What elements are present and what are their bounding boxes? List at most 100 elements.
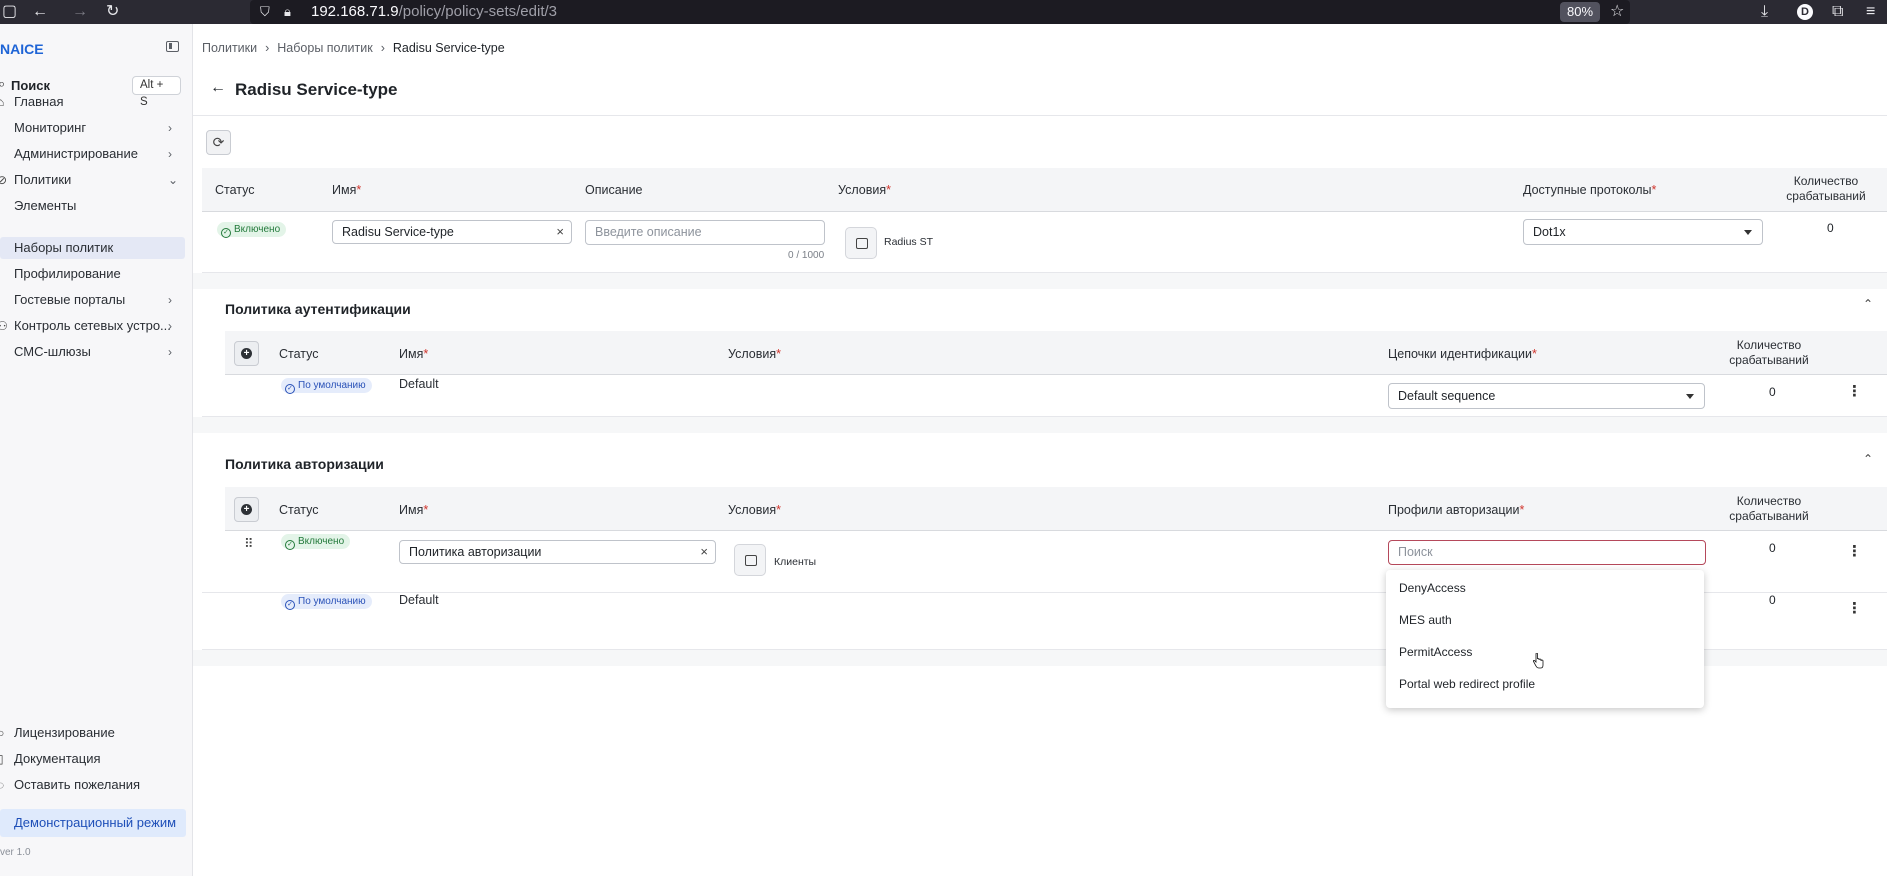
chevron-up-icon[interactable]: ⌃: [1863, 452, 1873, 466]
auth-header-chains: Цепочки идентификации*: [1388, 347, 1537, 361]
condition-icon-button[interactable]: [845, 227, 877, 259]
authz-header-name: Имя*: [399, 503, 428, 517]
version-label: ver 1.0: [0, 847, 31, 858]
auth-header-count-line1: Количество: [1736, 338, 1802, 352]
identity-chain-select[interactable]: Default sequence: [1388, 383, 1705, 409]
header-name: Имя*: [332, 183, 361, 197]
profile-search-input[interactable]: Поиск: [1388, 540, 1706, 565]
refresh-button[interactable]: ⟳: [206, 130, 231, 155]
sidebar-item-elements[interactable]: Элементы: [0, 195, 185, 217]
auth-policy-title: Политика аутентификации: [225, 301, 411, 317]
breadcrumb-current: Radisu Service-type: [392, 41, 505, 55]
authz-policy-table-header: [225, 487, 1887, 531]
back-arrow-icon[interactable]: ←: [210, 79, 226, 97]
sidebar-item-label: Гостевые порталы: [14, 292, 126, 307]
option-mes-auth[interactable]: MES auth: [1399, 613, 1452, 627]
status-badge: ✓ Включено: [217, 222, 287, 238]
collapse-sidebar-icon[interactable]: [166, 41, 179, 52]
protocol-select[interactable]: Dot1x: [1523, 219, 1763, 245]
sidebar-item-sms-gateways[interactable]: СМС-шлюзы ›: [0, 341, 185, 363]
feedback-icon: ◌: [0, 778, 5, 792]
hit-count: 0: [1827, 221, 1834, 235]
header-status: Статус: [215, 183, 255, 197]
zoom-badge[interactable]: 80%: [1560, 2, 1601, 22]
authz-header-count-line2: срабатываний: [1729, 509, 1809, 523]
section-gap: [193, 417, 1887, 433]
sidebar-item-licensing[interactable]: ○ Лицензирование: [0, 722, 185, 744]
list-icon: [856, 238, 868, 249]
required-mark: *: [776, 503, 782, 517]
drag-handle-icon[interactable]: ⠿: [244, 537, 253, 550]
clear-icon[interactable]: ×: [700, 541, 708, 563]
sidebar-item-home[interactable]: ⌂ Главная: [0, 91, 185, 113]
status-badge-text: По умолчанию: [298, 596, 366, 607]
authz-header-profiles: Профили авторизации*: [1388, 503, 1524, 517]
auth-header-count: Количество срабатываний: [1719, 338, 1819, 368]
back-icon[interactable]: ←: [32, 2, 48, 22]
option-deny-access[interactable]: DenyAccess: [1399, 581, 1466, 595]
page-title: Radisu Service-type: [235, 80, 398, 99]
more-vertical-icon[interactable]: ⋮: [1847, 601, 1862, 616]
clear-icon[interactable]: ×: [556, 221, 564, 243]
description-field[interactable]: Введите описание: [585, 220, 825, 245]
check-circle-icon: ✓: [221, 228, 231, 238]
sidebar-item-administration[interactable]: Администрирование ›: [0, 143, 185, 165]
sidebar-item-documentation[interactable]: ▯ Документация: [0, 748, 185, 770]
sidebar-item-policies[interactable]: ⊘ Политики ⌄: [0, 169, 185, 191]
add-authz-rule-button[interactable]: +: [234, 497, 259, 522]
sidebar-item-profiling[interactable]: Профилирование: [0, 263, 185, 285]
url-text[interactable]: 192.168.71.9/policy/policy-sets/edit/3: [311, 3, 557, 21]
required-mark: *: [423, 503, 429, 517]
authz-header-profiles-text: Профили авторизации: [1388, 503, 1520, 517]
extensions-icon[interactable]: ⧉: [1832, 2, 1843, 22]
divider: [193, 115, 1887, 116]
header-protocols: Доступные протоколы*: [1523, 183, 1656, 197]
authz-header-conditions: Условия*: [728, 503, 781, 517]
check-circle-icon: ✓: [285, 384, 295, 394]
more-vertical-icon[interactable]: ⋮: [1847, 384, 1862, 399]
main-content: Политики › Наборы политик › Radisu Service-t…: [193, 24, 1887, 876]
sidebar-item-label: СМС-шлюзы: [14, 344, 91, 359]
hand-cursor-icon: [1532, 653, 1544, 669]
policy-set-name-input[interactable]: Radisu Service-type ×: [332, 220, 572, 244]
description-counter: 0 / 1000: [788, 250, 825, 261]
sidebar-item-monitoring[interactable]: Мониторинг ›: [0, 117, 185, 139]
header-description: Описание: [585, 183, 643, 197]
condition-label[interactable]: Radius ST: [884, 236, 933, 248]
authz-policy-title: Политика авторизации: [225, 456, 384, 472]
policy-icon: ⊘: [0, 173, 8, 187]
protocol-select-value: Dot1x: [1533, 225, 1566, 239]
auth-rule-name: Default: [399, 377, 439, 391]
option-portal-web-redirect[interactable]: Portal web redirect profile: [1399, 677, 1535, 691]
bookmark-star-icon[interactable]: ☆: [1610, 2, 1624, 22]
menu-icon[interactable]: ≡: [1866, 2, 1875, 22]
sidebar-item-feedback[interactable]: ◌ Оставить пожелания: [0, 774, 185, 796]
demo-mode-banner[interactable]: Демонстрационный режим: [0, 809, 186, 837]
profile-avatar[interactable]: D: [1797, 4, 1813, 20]
forward-icon[interactable]: →: [72, 2, 88, 22]
breadcrumb-policies[interactable]: Политики: [202, 41, 257, 55]
reload-icon[interactable]: ↻: [106, 2, 119, 22]
sidebar-toggle-icon[interactable]: ▢: [2, 2, 17, 22]
url-host: 192.168.71.9: [311, 3, 399, 20]
sidebar-item-guest-portals[interactable]: Гостевые порталы ›: [0, 289, 185, 311]
authz-header-status: Статус: [279, 503, 319, 517]
sidebar-item-network-devices[interactable]: ⚇ Контроль сетевых устро... ›: [0, 315, 185, 337]
downloads-icon[interactable]: ⤓: [1761, 2, 1768, 22]
chevron-down-icon: ⌄: [168, 173, 179, 187]
sidebar-item-policy-sets[interactable]: Наборы политик: [0, 237, 185, 259]
condition-label[interactable]: Клиенты: [774, 556, 816, 568]
option-permit-access[interactable]: PermitAccess: [1399, 645, 1472, 659]
breadcrumb-policy-sets[interactable]: Наборы политик: [277, 41, 372, 55]
header-name-text: Имя: [332, 183, 357, 197]
auth-header-name-text: Имя: [399, 347, 424, 361]
more-vertical-icon[interactable]: ⋮: [1847, 544, 1862, 559]
add-auth-rule-button[interactable]: +: [234, 341, 259, 366]
condition-icon-button[interactable]: [734, 544, 766, 576]
chevron-up-icon[interactable]: ⌃: [1863, 297, 1873, 311]
authz-rule-name-input[interactable]: Политика авторизации ×: [399, 540, 716, 564]
authz-default-rule-name: Default: [399, 593, 439, 607]
authz-header-name-text: Имя: [399, 503, 424, 517]
brand-logo[interactable]: NAICE: [0, 41, 44, 57]
authz-header-count-line1: Количество: [1736, 494, 1802, 508]
